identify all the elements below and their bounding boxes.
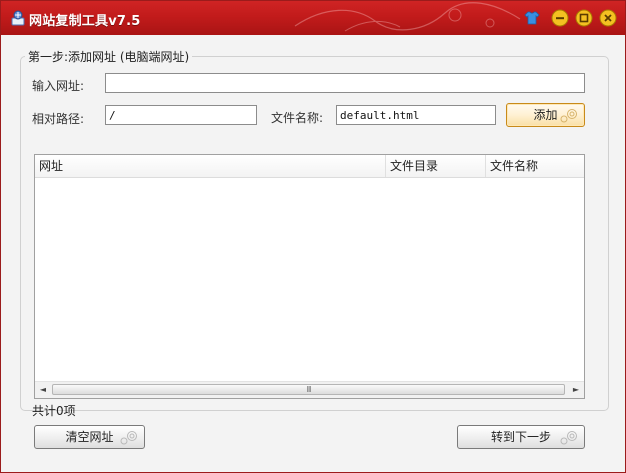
horizontal-scrollbar[interactable]: ◄ III ► — [35, 381, 584, 398]
add-button-label: 添加 — [533, 108, 558, 122]
window-title: 网站复制工具v7.5 — [29, 14, 141, 29]
item-count: 共计0项 — [32, 404, 76, 418]
scroll-right-icon[interactable]: ► — [568, 382, 584, 398]
scroll-thumb[interactable]: III — [52, 384, 565, 395]
filename-label: 文件名称: — [271, 111, 324, 125]
filename-input[interactable] — [336, 105, 496, 125]
url-label: 输入网址: — [32, 79, 85, 93]
app-logo-icon — [11, 10, 25, 26]
title-decoration-icon — [294, 2, 521, 32]
column-header-url[interactable]: 网址 — [35, 155, 386, 177]
clear-urls-button[interactable]: 清空网址 — [34, 425, 145, 449]
step1-legend: 第一步:添加网址 (电脑端网址) — [25, 48, 193, 65]
path-input[interactable] — [105, 105, 257, 125]
app-window: 网站复制工具v7.5 第一步:添加网址 (电脑端网址) 输入网址: 相对路径: … — [0, 0, 626, 473]
column-header-filename[interactable]: 文件名称 — [486, 155, 584, 177]
maximize-icon[interactable] — [575, 9, 593, 27]
title-bar[interactable]: 网站复制工具v7.5 — [1, 1, 625, 35]
column-header-directory[interactable]: 文件目录 — [386, 155, 486, 177]
close-icon[interactable] — [599, 9, 617, 27]
url-input[interactable] — [105, 73, 585, 93]
add-button[interactable]: 添加 — [506, 103, 585, 127]
path-label: 相对路径: — [32, 112, 85, 126]
skin-shirt-icon[interactable] — [523, 9, 541, 27]
next-step-label: 转到下一步 — [490, 430, 551, 444]
url-list[interactable]: 网址 文件目录 文件名称 ◄ III ► — [34, 154, 585, 399]
clear-urls-label: 清空网址 — [65, 430, 114, 444]
minimize-icon[interactable] — [551, 9, 569, 27]
scroll-grip: III — [306, 385, 311, 394]
scroll-left-icon[interactable]: ◄ — [35, 382, 51, 398]
list-header: 网址 文件目录 文件名称 — [35, 155, 584, 178]
next-step-button[interactable]: 转到下一步 — [457, 425, 585, 449]
